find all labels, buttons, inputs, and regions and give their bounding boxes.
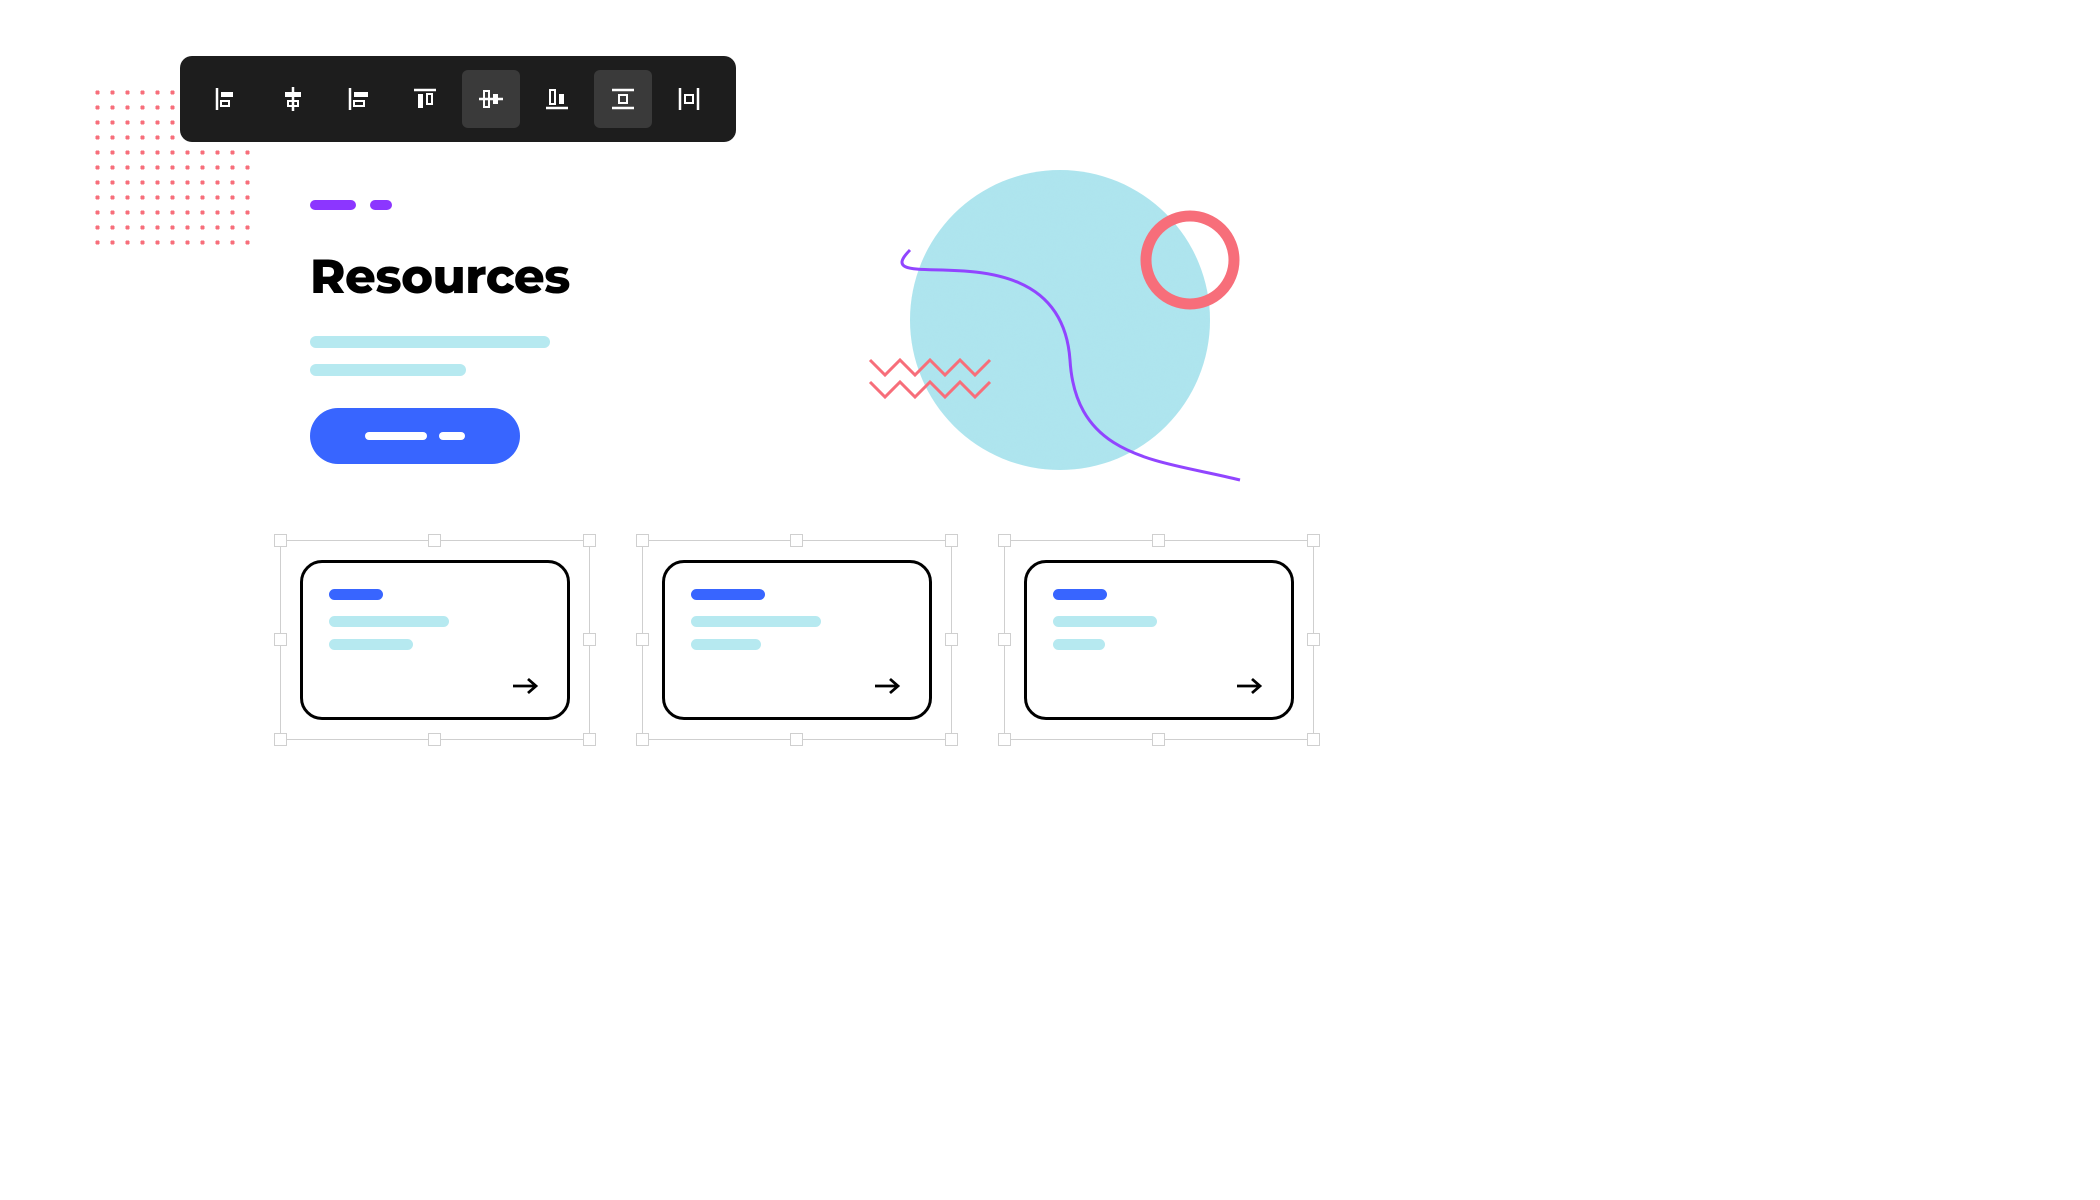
align-middle-v-icon (477, 85, 505, 113)
card-arrow-button[interactable] (511, 676, 541, 701)
card-tag-placeholder (691, 589, 765, 600)
card-arrow-button[interactable] (1235, 676, 1265, 701)
align-right-button[interactable] (330, 70, 388, 128)
align-left-icon (213, 85, 241, 113)
resize-handle[interactable] (428, 534, 441, 547)
card-text-placeholder (691, 639, 761, 650)
distribute-horizontal-button[interactable] (660, 70, 718, 128)
resource-card[interactable] (1024, 560, 1294, 720)
resize-handle[interactable] (1307, 633, 1320, 646)
resize-handle[interactable] (1307, 534, 1320, 547)
align-bottom-button[interactable] (528, 70, 586, 128)
distribute-horizontal-icon (675, 85, 703, 113)
resize-handle[interactable] (636, 733, 649, 746)
resize-handle[interactable] (790, 733, 803, 746)
align-center-h-icon (279, 85, 307, 113)
subtitle-placeholder (310, 336, 550, 348)
resize-handle[interactable] (636, 633, 649, 646)
distribute-vertical-icon (609, 85, 637, 113)
hero-block: Resources (310, 200, 610, 464)
subtitle-placeholder (310, 364, 466, 376)
resource-card[interactable] (662, 560, 932, 720)
card-text-placeholder (329, 616, 449, 627)
arrow-right-icon (511, 676, 541, 696)
align-bottom-icon (543, 85, 571, 113)
distribute-vertical-button[interactable] (594, 70, 652, 128)
resize-handle[interactable] (274, 633, 287, 646)
resize-handle[interactable] (274, 733, 287, 746)
card-arrow-button[interactable] (873, 676, 903, 701)
selected-card-3[interactable] (1004, 540, 1314, 740)
resize-handle[interactable] (790, 534, 803, 547)
cta-label-placeholder (365, 432, 427, 440)
selected-card-1[interactable] (280, 540, 590, 740)
resize-handle[interactable] (1152, 733, 1165, 746)
decorative-shapes (840, 160, 1260, 520)
align-top-icon (411, 85, 439, 113)
resize-handle[interactable] (583, 534, 596, 547)
accent-bar (310, 200, 356, 210)
resize-handle[interactable] (998, 733, 1011, 746)
resize-handle[interactable] (583, 733, 596, 746)
resize-handle[interactable] (428, 733, 441, 746)
arrow-right-icon (873, 676, 903, 696)
resize-handle[interactable] (583, 633, 596, 646)
resize-handle[interactable] (998, 534, 1011, 547)
alignment-toolbar (180, 56, 736, 142)
resize-handle[interactable] (636, 534, 649, 547)
resize-handle[interactable] (945, 733, 958, 746)
resize-handle[interactable] (945, 534, 958, 547)
align-right-icon (345, 85, 373, 113)
align-middle-v-button[interactable] (462, 70, 520, 128)
cta-label-placeholder (439, 432, 465, 440)
card-text-placeholder (1053, 639, 1105, 650)
card-text-placeholder (1053, 616, 1157, 627)
align-top-button[interactable] (396, 70, 454, 128)
resize-handle[interactable] (1307, 733, 1320, 746)
resize-handle[interactable] (945, 633, 958, 646)
align-center-h-button[interactable] (264, 70, 322, 128)
resize-handle[interactable] (998, 633, 1011, 646)
accent-bar (370, 200, 392, 210)
arrow-right-icon (1235, 676, 1265, 696)
card-tag-placeholder (329, 589, 383, 600)
resize-handle[interactable] (274, 534, 287, 547)
align-left-button[interactable] (198, 70, 256, 128)
card-text-placeholder (329, 639, 413, 650)
resize-handle[interactable] (1152, 534, 1165, 547)
card-tag-placeholder (1053, 589, 1107, 600)
page-title: Resources (310, 248, 610, 306)
cta-button[interactable] (310, 408, 520, 464)
selected-card-2[interactable] (642, 540, 952, 740)
accent-bars (310, 200, 610, 210)
resource-card[interactable] (300, 560, 570, 720)
card-row (280, 540, 1314, 740)
card-text-placeholder (691, 616, 821, 627)
